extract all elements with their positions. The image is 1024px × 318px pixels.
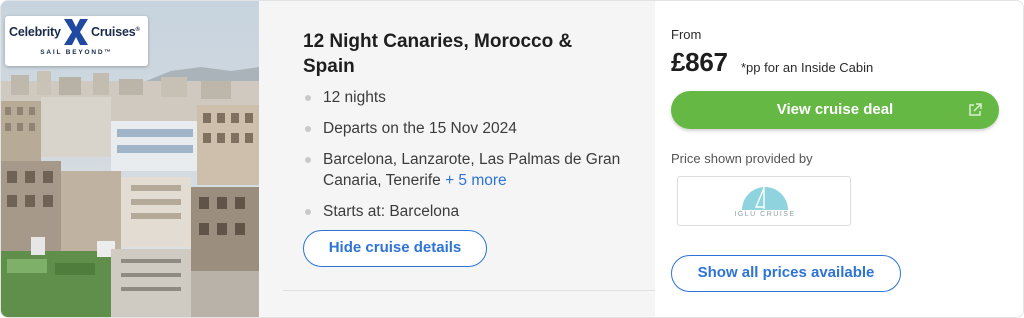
provided-by-label: Price shown provided by bbox=[671, 151, 813, 166]
pricing-panel: From £867 *pp for an Inside Cabin View c… bbox=[655, 1, 1023, 317]
cruise-details-panel: 12 Night Canaries, Morocco & Spain 12 ni… bbox=[259, 1, 655, 317]
logo-word-left: Celebrity bbox=[9, 25, 61, 39]
fact-ports: Barcelona, Lanzarote, Las Palmas de Gran… bbox=[303, 149, 633, 191]
hide-cruise-details-button[interactable]: Hide cruise details bbox=[303, 230, 487, 267]
fact-departs: Departs on the 15 Nov 2024 bbox=[303, 118, 633, 139]
bullet-dot-icon bbox=[305, 95, 311, 101]
provider-name: IGLU CRUISE bbox=[734, 211, 796, 218]
logo-word-right: Cruises® bbox=[91, 25, 140, 39]
iglu-sail-icon bbox=[742, 186, 788, 210]
fact-starts: Starts at: Barcelona bbox=[303, 201, 633, 222]
cruise-facts-list: 12 nights Departs on the 15 Nov 2024 Bar… bbox=[303, 87, 633, 230]
bullet-dot-icon bbox=[305, 157, 311, 163]
cruise-title[interactable]: 12 Night Canaries, Morocco & Spain bbox=[303, 29, 623, 79]
celebrity-x-icon bbox=[64, 19, 88, 45]
show-all-prices-button[interactable]: Show all prices available bbox=[671, 255, 901, 292]
details-divider bbox=[283, 290, 655, 291]
provider-logo-box[interactable]: IGLU CRUISE bbox=[677, 176, 851, 226]
price-per-person-note: *pp for an Inside Cabin bbox=[741, 60, 874, 75]
view-cruise-deal-label: View cruise deal bbox=[776, 101, 894, 118]
registered-mark: ® bbox=[135, 26, 140, 33]
price-value: £867 bbox=[671, 47, 728, 77]
external-link-icon bbox=[969, 103, 982, 116]
price-from-label: From bbox=[671, 27, 702, 42]
logo-tagline: SAIL BEYOND™ bbox=[40, 49, 113, 56]
fact-starts-text: Starts at: Barcelona bbox=[323, 203, 460, 220]
more-ports-link[interactable]: + 5 more bbox=[445, 172, 507, 189]
fact-departs-text: Departs on the 15 Nov 2024 bbox=[323, 120, 517, 137]
cruise-result-card: Celebrity Cruises® SAIL BEYOND™ 12 Night… bbox=[0, 0, 1024, 318]
fact-nights: 12 nights bbox=[303, 87, 633, 108]
view-cruise-deal-button[interactable]: View cruise deal bbox=[671, 91, 999, 129]
fact-nights-text: 12 nights bbox=[323, 89, 386, 106]
bullet-dot-icon bbox=[305, 126, 311, 132]
cruise-photo[interactable]: Celebrity Cruises® SAIL BEYOND™ bbox=[1, 1, 259, 317]
logo-word-right-text: Cruises bbox=[91, 25, 136, 39]
bullet-dot-icon bbox=[305, 209, 311, 215]
celebrity-cruises-logo: Celebrity Cruises® SAIL BEYOND™ bbox=[5, 16, 148, 66]
